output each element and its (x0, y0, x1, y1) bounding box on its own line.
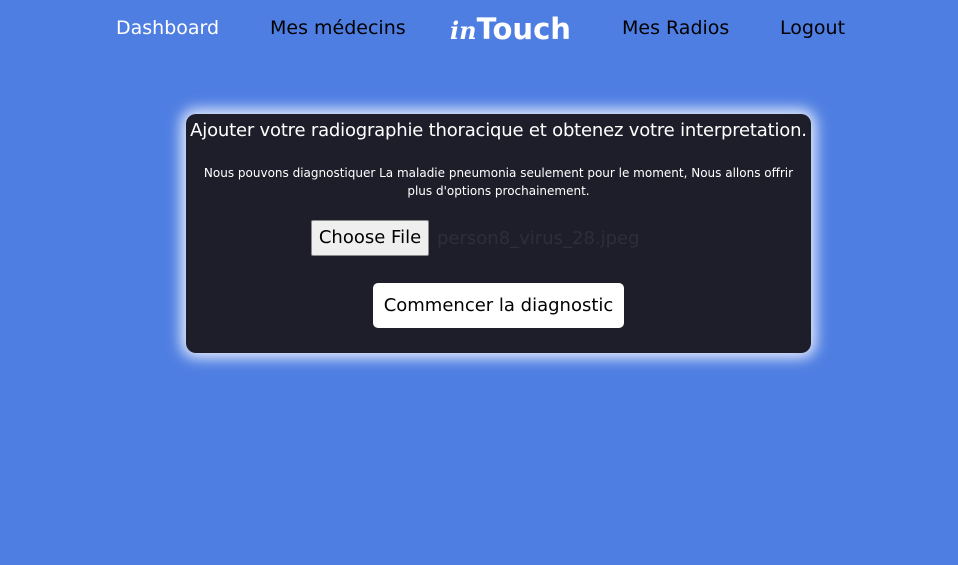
upload-description: Nous pouvons diagnostiquer La maladie pn… (203, 166, 794, 198)
nav-medecins-link[interactable]: Mes médecins (270, 15, 406, 41)
nav-logout-link[interactable]: Logout (780, 15, 845, 41)
upload-title: Ajouter votre radiographie thoracique et… (190, 120, 807, 141)
logo-suffix: Touch (476, 12, 571, 46)
intouch-logo[interactable]: inTouch (450, 12, 571, 46)
logo-prefix: in (450, 16, 477, 45)
upload-card: Ajouter votre radiographie thoracique et… (186, 114, 811, 353)
nav-dashboard-link[interactable]: Dashboard (116, 15, 219, 41)
start-diagnostic-button[interactable]: Commencer la diagnostic (373, 283, 624, 328)
choose-file-button[interactable]: Choose File (311, 220, 429, 256)
nav-radios-link[interactable]: Mes Radios (622, 15, 729, 41)
selected-file-name: person8_virus_28.jpeg (437, 228, 640, 249)
